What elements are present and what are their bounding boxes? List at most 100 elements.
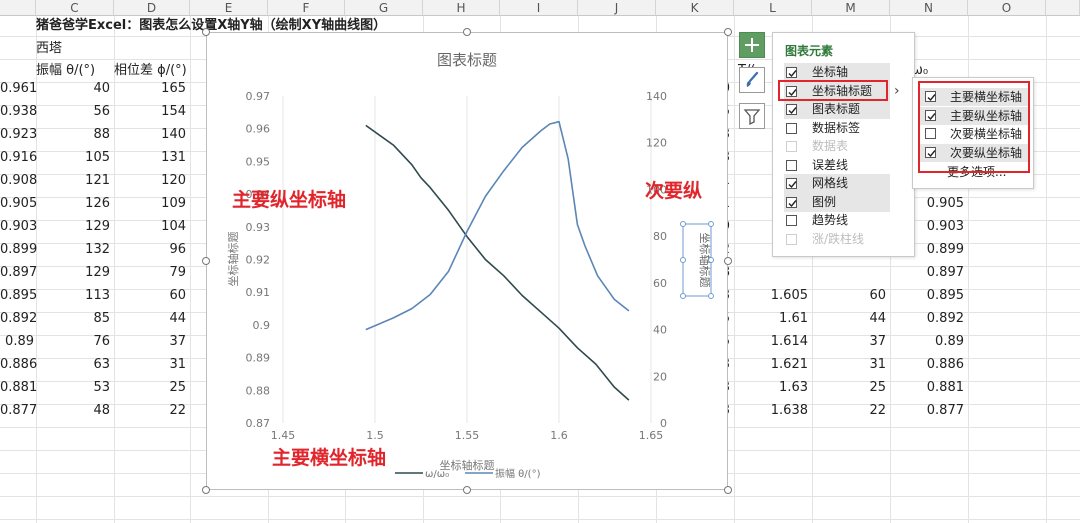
cell-m[interactable]: 22 xyxy=(812,399,886,422)
chart-element-item[interactable]: 数据标签 xyxy=(784,119,904,138)
resize-handle[interactable] xyxy=(724,28,732,36)
cell-c[interactable]: 63 xyxy=(36,353,110,376)
cell-l[interactable]: 1.61 xyxy=(734,307,808,330)
cell-c[interactable]: 40 xyxy=(36,77,110,100)
checkbox[interactable] xyxy=(786,67,797,78)
resize-handle[interactable] xyxy=(202,28,210,36)
cell-d[interactable]: 31 xyxy=(114,353,186,376)
chart-element-item[interactable]: 趋势线 xyxy=(784,211,904,230)
checkbox[interactable] xyxy=(786,122,797,134)
chart-element-item[interactable]: 误差线 xyxy=(784,156,904,175)
cell-d[interactable]: 79 xyxy=(114,261,186,284)
chart-elements-button[interactable] xyxy=(739,32,765,58)
cell-b[interactable]: 0.903 xyxy=(0,215,37,238)
chart-filters-button[interactable] xyxy=(739,103,765,129)
checkbox[interactable] xyxy=(786,196,797,208)
cell-m[interactable]: 60 xyxy=(812,284,886,307)
cell-b[interactable]: 0.892 xyxy=(0,307,37,330)
column-header[interactable]: J xyxy=(578,0,656,16)
cell-d[interactable]: 25 xyxy=(114,376,186,399)
checkbox[interactable] xyxy=(786,104,797,115)
cell-c[interactable]: 88 xyxy=(36,123,110,146)
column-header[interactable]: K xyxy=(656,0,734,16)
cell-c[interactable]: 53 xyxy=(36,376,110,399)
resize-handle[interactable] xyxy=(202,486,210,494)
cell-b[interactable]: 0.905 xyxy=(0,192,37,215)
checkbox[interactable] xyxy=(786,178,797,189)
column-header[interactable]: H xyxy=(423,0,500,16)
cell-b[interactable]: 0.895 xyxy=(0,284,37,307)
cell-n[interactable]: 0.886 xyxy=(890,353,964,376)
cell-d[interactable]: 154 xyxy=(114,100,186,123)
cell-b[interactable]: 0.886 xyxy=(0,353,37,376)
cell-c[interactable]: 76 xyxy=(36,330,110,353)
chevron-right-icon[interactable]: › xyxy=(894,83,900,99)
cell-l[interactable]: 1.63 xyxy=(734,376,808,399)
resize-handle[interactable] xyxy=(724,257,732,265)
chart-styles-button[interactable] xyxy=(739,67,765,93)
cell-b[interactable]: 0.923 xyxy=(0,123,37,146)
checkbox[interactable] xyxy=(786,233,797,245)
cell-d[interactable]: 131 xyxy=(114,146,186,169)
column-header[interactable] xyxy=(1046,0,1080,16)
cell-c[interactable]: 85 xyxy=(36,307,110,330)
cell-d[interactable]: 22 xyxy=(114,399,186,422)
cell-c[interactable]: 113 xyxy=(36,284,110,307)
resize-handle[interactable] xyxy=(724,486,732,494)
column-header[interactable]: M xyxy=(812,0,890,16)
cell-d[interactable]: 109 xyxy=(114,192,186,215)
cell-b[interactable]: 0.897 xyxy=(0,261,37,284)
cell-c[interactable]: 56 xyxy=(36,100,110,123)
cell-l[interactable]: 1.614 xyxy=(734,330,808,353)
cell-c[interactable]: 121 xyxy=(36,169,110,192)
cell-b[interactable]: 0.916 xyxy=(0,146,37,169)
cell-d[interactable]: 120 xyxy=(114,169,186,192)
checkbox[interactable] xyxy=(786,159,797,171)
cell-d[interactable]: 44 xyxy=(114,307,186,330)
resize-handle[interactable] xyxy=(463,486,471,494)
cell-m[interactable]: 25 xyxy=(812,376,886,399)
cell-c[interactable]: 129 xyxy=(36,261,110,284)
chart-element-item[interactable]: 图表标题 xyxy=(784,100,890,119)
cell-d[interactable]: 60 xyxy=(114,284,186,307)
cell-b[interactable]: 0.908 xyxy=(0,169,37,192)
cell-l[interactable]: 1.605 xyxy=(734,284,808,307)
cell-c[interactable]: 129 xyxy=(36,215,110,238)
chart-object[interactable]: 1.45 1.5 1.55 1.6 1.65 0.87 0.88 0.89 0.9 0.91 0.9… xyxy=(206,32,728,490)
cell-d[interactable]: 140 xyxy=(114,123,186,146)
cell-b[interactable]: 0.899 xyxy=(0,238,37,261)
cell-c[interactable]: 126 xyxy=(36,192,110,215)
cell-d[interactable]: 104 xyxy=(114,215,186,238)
cell-b[interactable]: 0.881 xyxy=(0,376,37,399)
cell-b[interactable]: 0.938 xyxy=(0,100,37,123)
cell-n[interactable]: 0.895 xyxy=(890,284,964,307)
cell-d[interactable]: 165 xyxy=(114,77,186,100)
cell-m[interactable]: 31 xyxy=(812,353,886,376)
checkbox[interactable] xyxy=(786,141,797,152)
resize-handle[interactable] xyxy=(463,28,471,36)
cell-n[interactable]: 0.877 xyxy=(890,399,964,422)
column-header[interactable] xyxy=(0,0,36,16)
column-header[interactable]: O xyxy=(968,0,1046,16)
cell-d[interactable]: 96 xyxy=(114,238,186,261)
column-header[interactable]: L xyxy=(734,0,812,16)
resize-handle[interactable] xyxy=(202,257,210,265)
cell-n[interactable]: 0.892 xyxy=(890,307,964,330)
cell-l[interactable]: 1.638 xyxy=(734,399,808,422)
chart-element-item[interactable]: 图例 xyxy=(784,192,890,212)
cell-c[interactable]: 48 xyxy=(36,399,110,422)
cell-n[interactable]: 0.881 xyxy=(890,376,964,399)
chart-element-item[interactable]: 网格线 xyxy=(784,174,890,193)
cell-b[interactable]: 0.961 xyxy=(0,77,37,100)
cell-m[interactable]: 37 xyxy=(812,330,886,353)
column-header[interactable]: N xyxy=(890,0,968,16)
cell-b[interactable]: 0.89 xyxy=(0,330,34,353)
cell-n[interactable]: 0.89 xyxy=(890,330,964,353)
cell-c[interactable]: 105 xyxy=(36,146,110,169)
checkbox[interactable] xyxy=(786,215,797,226)
cell-n[interactable]: 0.897 xyxy=(890,261,964,284)
column-header[interactable]: I xyxy=(500,0,578,16)
cell-b[interactable]: 0.877 xyxy=(0,399,37,422)
cell-d[interactable]: 37 xyxy=(114,330,186,353)
cell-m[interactable]: 44 xyxy=(812,307,886,330)
